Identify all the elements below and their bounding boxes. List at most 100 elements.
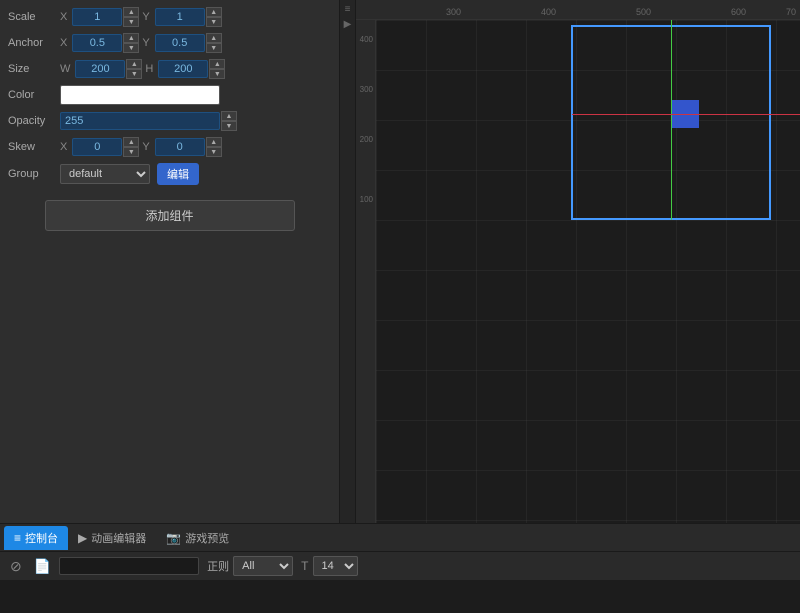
color-row: Color: [0, 82, 339, 108]
console-clear-button[interactable]: ⊘: [6, 556, 26, 577]
ruler-h-300: 300: [446, 7, 461, 17]
bottom-panel: ≡ 控制台 ▶ 动画编辑器 📷 游戏预览 ⊘ 📄 正则 All T 14: [0, 523, 800, 613]
anchor-x-input[interactable]: [72, 34, 122, 52]
opacity-up[interactable]: ▲: [221, 111, 237, 121]
console-content: [0, 580, 800, 613]
scale-x-spinner: ▲ ▼: [123, 7, 139, 27]
scale-x-label: X: [60, 11, 67, 23]
anchor-x-input-wrap: ▲ ▼: [72, 33, 139, 53]
preview-tab-label: 游戏预览: [185, 530, 229, 546]
opacity-row: Opacity ▲ ▼: [0, 108, 339, 134]
skew-y-spinner: ▲ ▼: [206, 137, 222, 157]
console-toolbar: ⊘ 📄 正则 All T 14: [0, 552, 800, 580]
scale-y-input[interactable]: [155, 8, 205, 26]
anchor-y-input[interactable]: [155, 34, 205, 52]
side-icons: ≡ ▶: [340, 0, 356, 523]
animation-tab-icon: ▶: [78, 531, 87, 545]
size-w-input[interactable]: [75, 60, 125, 78]
size-row: Size W ▲ ▼ H ▲ ▼: [0, 56, 339, 82]
ruler-vertical: 400 300 200 100: [356, 20, 376, 523]
size-w-down[interactable]: ▼: [126, 69, 142, 79]
skew-label: Skew: [8, 141, 60, 153]
scale-x-down[interactable]: ▼: [123, 17, 139, 27]
tab-console[interactable]: ≡ 控制台: [4, 526, 68, 550]
anchor-x-up[interactable]: ▲: [123, 33, 139, 43]
console-filter-select[interactable]: All: [233, 556, 293, 576]
size-w-input-wrap: ▲ ▼: [75, 59, 142, 79]
preview-tab-icon: 📷: [166, 531, 181, 545]
tab-animation[interactable]: ▶ 动画编辑器: [68, 526, 156, 550]
size-h-up[interactable]: ▲: [209, 59, 225, 69]
console-tab-label: 控制台: [25, 530, 58, 546]
opacity-label: Opacity: [8, 115, 60, 127]
tab-bar: ≡ 控制台 ▶ 动画编辑器 📷 游戏预览: [0, 524, 800, 552]
size-label: Size: [8, 63, 60, 75]
tab-preview[interactable]: 📷 游戏预览: [156, 526, 239, 550]
color-controls: [60, 85, 331, 105]
anchor-row: Anchor X ▲ ▼ Y ▲ ▼: [0, 30, 339, 56]
size-h-down[interactable]: ▼: [209, 69, 225, 79]
opacity-controls: ▲ ▼: [60, 111, 331, 131]
skew-x-input[interactable]: [72, 138, 122, 156]
size-h-spinner: ▲ ▼: [209, 59, 225, 79]
ruler-h-600: 600: [731, 7, 746, 17]
console-fontsize-select[interactable]: 14: [313, 556, 358, 576]
scale-y-label: Y: [142, 11, 149, 23]
anchor-x-spinner: ▲ ▼: [123, 33, 139, 53]
color-swatch[interactable]: [60, 85, 220, 105]
side-icon-2[interactable]: ▶: [341, 19, 355, 30]
skew-x-spinner: ▲ ▼: [123, 137, 139, 157]
console-font-icon: T: [301, 559, 308, 573]
group-select[interactable]: default: [60, 164, 150, 184]
console-search-input[interactable]: [59, 557, 199, 575]
skew-x-down[interactable]: ▼: [123, 147, 139, 157]
anchor-y-down[interactable]: ▼: [206, 43, 222, 53]
skew-y-up[interactable]: ▲: [206, 137, 222, 147]
opacity-down[interactable]: ▼: [221, 121, 237, 131]
ruler-horizontal: 300 400 500 600 70: [356, 0, 800, 20]
scale-y-input-wrap: ▲ ▼: [155, 7, 222, 27]
ruler-v-200: 200: [360, 135, 373, 144]
group-edit-button[interactable]: 编辑: [157, 163, 199, 185]
anchor-y-spinner: ▲ ▼: [206, 33, 222, 53]
opacity-input[interactable]: [60, 112, 220, 130]
canvas-area[interactable]: 300 400 500 600 70 400 300 200 100: [356, 0, 800, 523]
size-h-label: H: [145, 63, 153, 75]
size-controls: W ▲ ▼ H ▲ ▼: [60, 59, 331, 79]
skew-y-input[interactable]: [155, 138, 205, 156]
scale-x-input[interactable]: [72, 8, 122, 26]
animation-tab-label: 动画编辑器: [91, 530, 146, 546]
anchor-label: Anchor: [8, 37, 60, 49]
anchor-y-label: Y: [142, 37, 149, 49]
scale-x-up[interactable]: ▲: [123, 7, 139, 17]
ruler-h-500: 500: [636, 7, 651, 17]
skew-y-down[interactable]: ▼: [206, 147, 222, 157]
opacity-input-wrap: ▲ ▼: [60, 111, 237, 131]
size-h-input[interactable]: [158, 60, 208, 78]
size-w-up[interactable]: ▲: [126, 59, 142, 69]
scale-y-up[interactable]: ▲: [206, 7, 222, 17]
skew-controls: X ▲ ▼ Y ▲ ▼: [60, 137, 331, 157]
skew-y-input-wrap: ▲ ▼: [155, 137, 222, 157]
ruler-h-400: 400: [541, 7, 556, 17]
skew-x-up[interactable]: ▲: [123, 137, 139, 147]
scale-label: Scale: [8, 11, 60, 23]
side-icon-1[interactable]: ≡: [341, 4, 355, 15]
ruler-v-400: 400: [360, 35, 373, 44]
console-file-button[interactable]: 📄: [30, 556, 55, 577]
anchor-y-input-wrap: ▲ ▼: [155, 33, 222, 53]
add-component-button[interactable]: 添加组件: [45, 200, 295, 231]
main-area: Scale X ▲ ▼ Y ▲ ▼: [0, 0, 800, 523]
anchor-y-up[interactable]: ▲: [206, 33, 222, 43]
anchor-controls: X ▲ ▼ Y ▲ ▼: [60, 33, 331, 53]
color-label: Color: [8, 89, 60, 101]
grid-content: [376, 20, 800, 523]
scale-row: Scale X ▲ ▼ Y ▲ ▼: [0, 4, 339, 30]
console-filter-label: 正则: [207, 558, 229, 574]
anchor-x-down[interactable]: ▼: [123, 43, 139, 53]
anchor-vline: [671, 20, 672, 220]
anchor-hline: [572, 114, 800, 115]
scale-y-spinner: ▲ ▼: [206, 7, 222, 27]
scale-y-down[interactable]: ▼: [206, 17, 222, 27]
scale-controls: X ▲ ▼ Y ▲ ▼: [60, 7, 331, 27]
